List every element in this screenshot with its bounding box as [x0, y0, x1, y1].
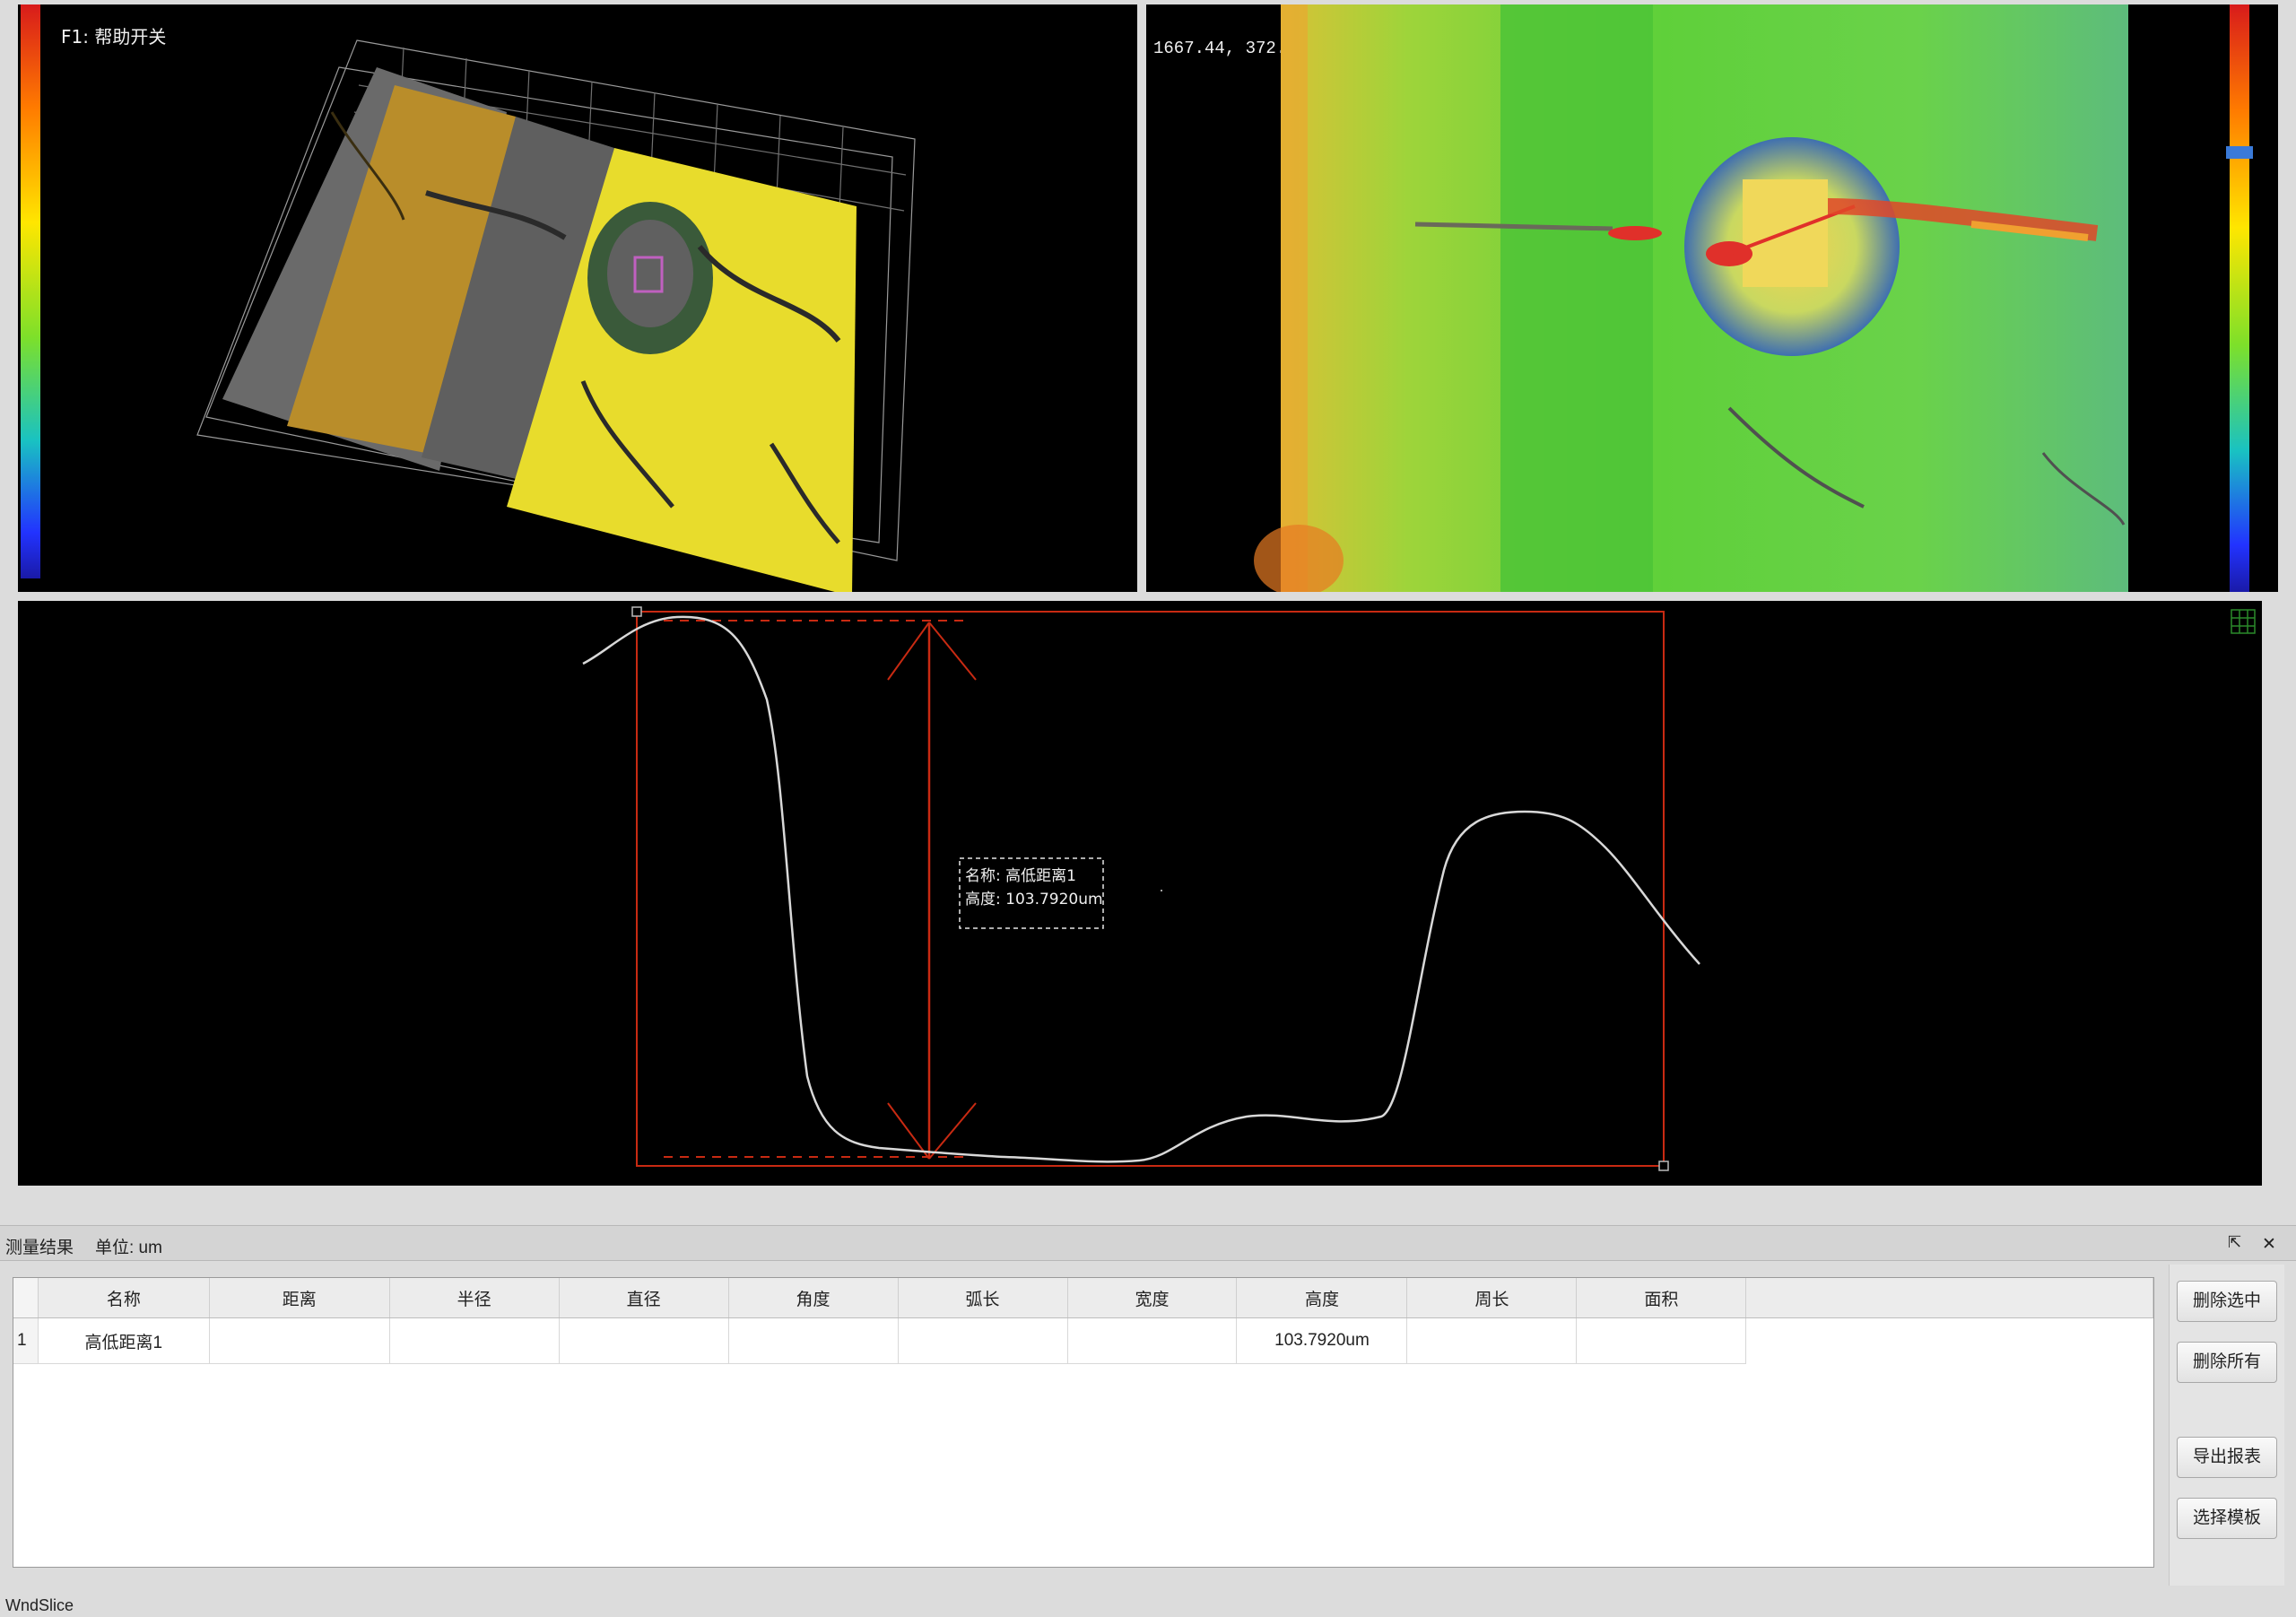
- cell-diameter[interactable]: [559, 1317, 729, 1364]
- status-text: WndSlice: [5, 1596, 74, 1614]
- svg-text:·: ·: [1159, 881, 1164, 899]
- select-template-button[interactable]: 选择模板: [2177, 1498, 2277, 1539]
- cell-name[interactable]: 高低距离1: [38, 1317, 210, 1364]
- pin-icon[interactable]: ⇱: [2228, 1233, 2241, 1252]
- column-header[interactable]: 宽度: [1067, 1278, 1238, 1318]
- results-table[interactable]: 名称 距离 半径 直径 角度 弧长 宽度 高度 周长 面积 1 高低距离1 10…: [13, 1277, 2154, 1568]
- delete-all-button[interactable]: 删除所有: [2177, 1342, 2277, 1383]
- table-header-row: 名称 距离 半径 直径 角度 弧长 宽度 高度 周长 面积: [13, 1278, 2153, 1318]
- unit-label: 单位: um: [95, 1239, 162, 1257]
- map-color-scale: [2230, 4, 2249, 592]
- heightmap-image: [1254, 4, 2128, 592]
- row-index: 1: [13, 1317, 39, 1364]
- 3d-surface-render: [196, 39, 916, 592]
- cell-area[interactable]: [1576, 1317, 1747, 1364]
- header-index: [13, 1278, 39, 1318]
- row-filler: [1745, 1317, 2153, 1364]
- column-header[interactable]: 名称: [38, 1278, 210, 1318]
- cell-height[interactable]: 103.7920um: [1236, 1317, 1408, 1364]
- column-header[interactable]: 角度: [728, 1278, 899, 1318]
- table-row[interactable]: 1 高低距离1 103.7920um: [13, 1317, 2153, 1364]
- results-title: 测量结果: [5, 1239, 74, 1257]
- header-filler: [1745, 1278, 2153, 1318]
- column-header[interactable]: 周长: [1406, 1278, 1578, 1318]
- cell-perimeter[interactable]: [1406, 1317, 1578, 1364]
- view-heightmap[interactable]: 1667.44, 372.62: [1146, 4, 2278, 592]
- annotation-name: 名称: 高低距离1: [965, 867, 1076, 885]
- cell-distance[interactable]: [209, 1317, 390, 1364]
- action-button-panel: 删除选中 删除所有 导出报表 选择模板: [2169, 1265, 2284, 1586]
- results-header: 测量结果 单位: um ⇱ ✕: [0, 1225, 2296, 1261]
- column-header[interactable]: 弧长: [898, 1278, 1068, 1318]
- cell-angle[interactable]: [728, 1317, 899, 1364]
- profile-plot: ·: [582, 606, 2256, 1171]
- column-header[interactable]: 半径: [389, 1278, 560, 1318]
- scale-slider-handle[interactable]: [2226, 146, 2253, 159]
- cell-width[interactable]: [1067, 1317, 1238, 1364]
- delete-selected-button[interactable]: 删除选中: [2177, 1281, 2277, 1322]
- column-header[interactable]: 直径: [559, 1278, 729, 1318]
- export-report-button[interactable]: 导出报表: [2177, 1437, 2277, 1478]
- column-header[interactable]: 距离: [209, 1278, 390, 1318]
- annotation-height: 高度: 103.7920um: [965, 891, 1103, 908]
- column-header[interactable]: 高度: [1236, 1278, 1408, 1318]
- cell-radius[interactable]: [389, 1317, 560, 1364]
- close-icon[interactable]: ✕: [2262, 1234, 2276, 1255]
- view-3d[interactable]: F1: 帮助开关: [18, 4, 1137, 592]
- cell-arc-length[interactable]: [898, 1317, 1068, 1364]
- column-header[interactable]: 面积: [1576, 1278, 1747, 1318]
- view-profile[interactable]: · 名称: 高低距离1 高度: 103.7920um: [18, 601, 2262, 1186]
- status-bar: WndSlice: [0, 1593, 2296, 1617]
